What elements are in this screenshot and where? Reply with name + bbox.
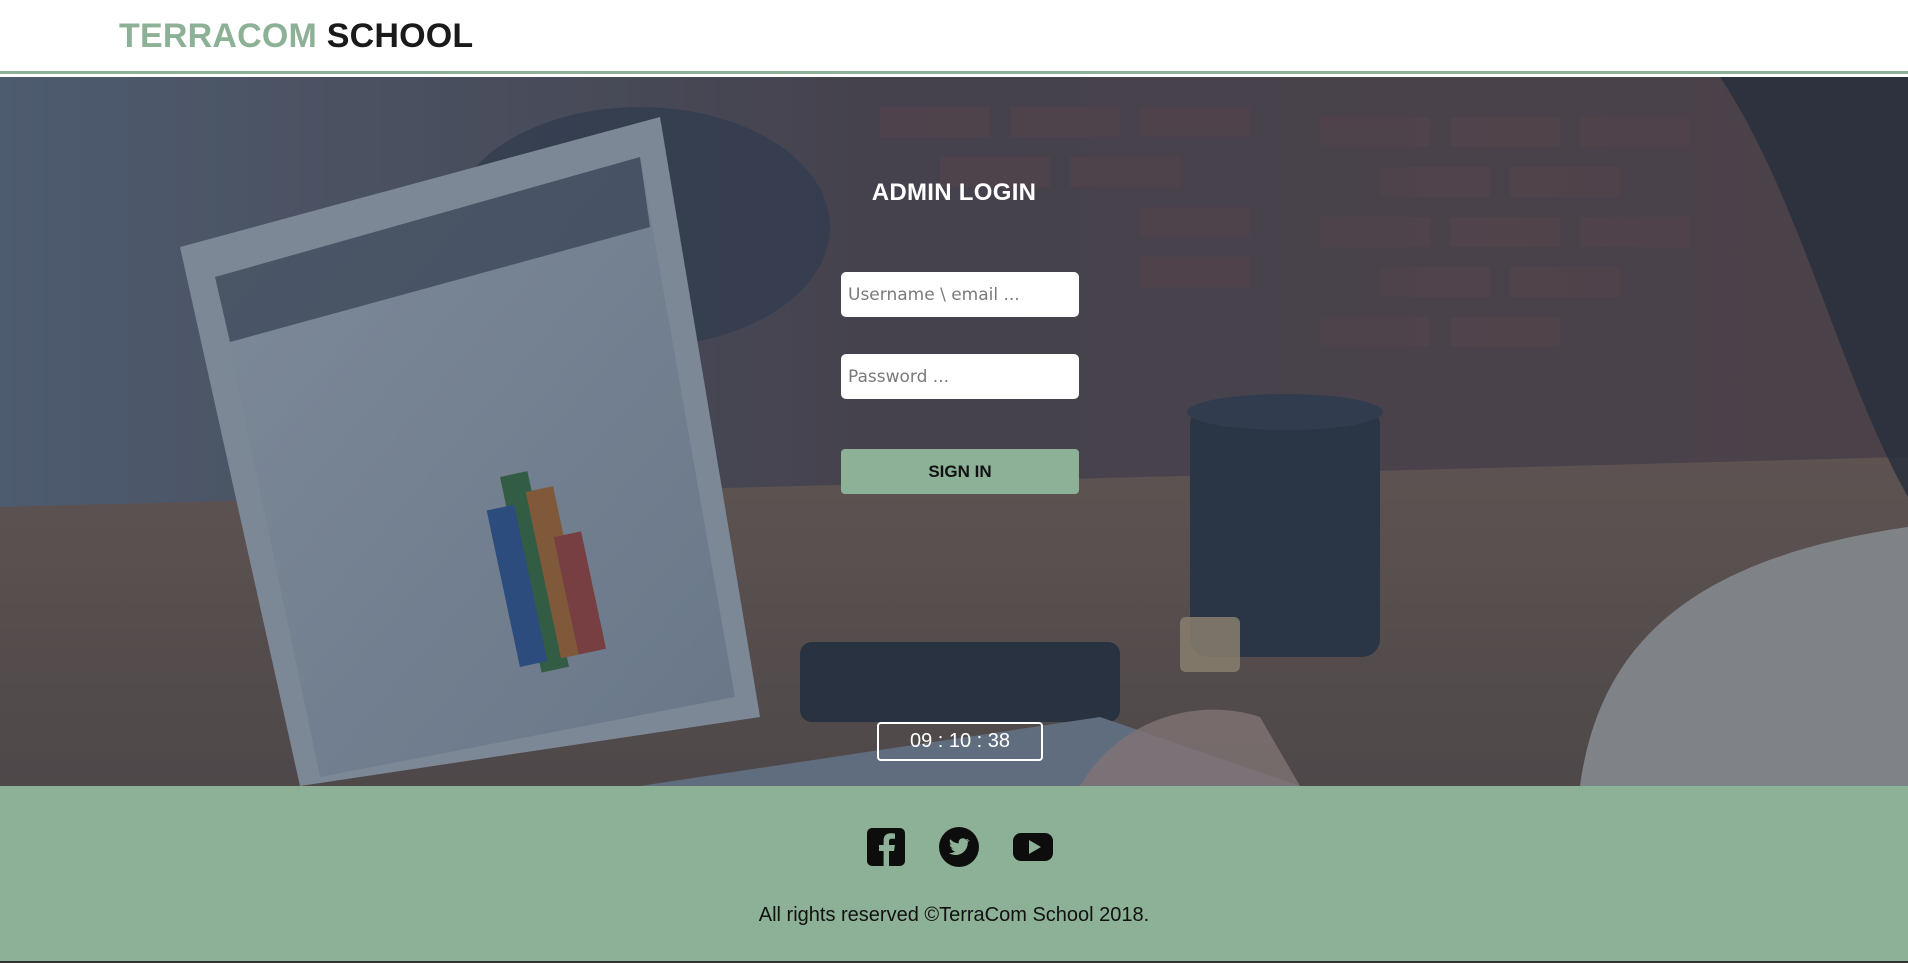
site-header: TERRACOM SCHOOL	[0, 0, 1908, 74]
sign-in-button[interactable]: SIGN IN	[841, 449, 1079, 494]
copyright-text: All rights reserved ©TerraCom School 201…	[758, 904, 1150, 926]
twitter-icon[interactable]	[938, 826, 980, 868]
login-title: ADMIN LOGIN	[871, 179, 1037, 206]
site-footer: All rights reserved ©TerraCom School 201…	[0, 786, 1908, 961]
clock-display: 09 : 10 : 38	[877, 722, 1043, 761]
youtube-icon[interactable]	[1012, 826, 1054, 868]
password-input[interactable]	[841, 354, 1079, 399]
username-input[interactable]	[841, 272, 1079, 317]
facebook-icon[interactable]	[865, 826, 907, 868]
hero-section: ADMIN LOGIN SIGN IN 09 : 10 : 38	[0, 77, 1908, 786]
site-logo[interactable]: TERRACOM SCHOOL	[119, 14, 473, 58]
logo-dark-text: SCHOOL	[326, 17, 474, 55]
logo-accent-text: TERRACOM	[119, 17, 318, 55]
